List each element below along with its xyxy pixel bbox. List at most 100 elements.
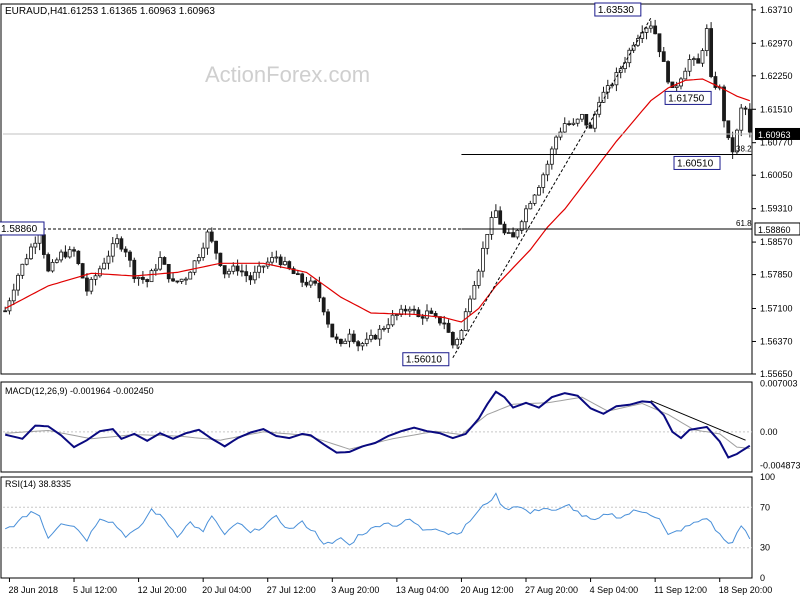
- candle-body: [153, 268, 158, 272]
- candle-body: [270, 257, 274, 263]
- candle: [343, 338, 348, 345]
- candle-body: [123, 248, 128, 253]
- moving-average-line: [4, 78, 750, 323]
- candle-body: [351, 333, 356, 343]
- candle: [493, 204, 498, 218]
- candle-body: [257, 265, 262, 273]
- ohlc-label: 1.61253 1.61365 1.60963 1.60963: [62, 6, 215, 17]
- price-tick-label: 1.57850: [760, 270, 793, 280]
- candle: [687, 54, 692, 77]
- candle: [50, 259, 55, 273]
- candle: [644, 26, 649, 40]
- candle: [640, 25, 645, 44]
- candle: [59, 249, 64, 263]
- time-tick-label: 27 Aug 20:00: [525, 585, 578, 595]
- candle-body: [450, 332, 455, 346]
- candle: [283, 256, 287, 266]
- candle: [54, 257, 59, 264]
- candle: [450, 331, 455, 349]
- candle-body: [89, 278, 94, 292]
- candle-body: [248, 275, 253, 281]
- candle: [334, 333, 339, 344]
- candle: [481, 241, 485, 278]
- candle: [351, 330, 356, 344]
- candle: [33, 236, 38, 255]
- candle: [300, 272, 305, 288]
- candle: [407, 306, 412, 317]
- candle-body: [726, 120, 731, 139]
- candle: [149, 268, 154, 283]
- macd-panel: [4, 390, 751, 459]
- candle: [562, 117, 567, 133]
- candle: [158, 251, 163, 271]
- candle-body: [704, 28, 709, 52]
- candle: [89, 277, 94, 295]
- candle-body: [493, 210, 498, 218]
- candle-body: [158, 257, 163, 270]
- candle-body: [343, 340, 348, 345]
- candle-body: [102, 262, 107, 270]
- candle-body: [184, 278, 188, 281]
- candle-body: [274, 256, 279, 259]
- candle-body: [41, 234, 46, 255]
- price-tick-label: 1.57100: [760, 303, 793, 313]
- candle-body: [222, 265, 227, 275]
- chart-canvas: ActionForex.com EURAUD,H4 1.61253 1.6136…: [0, 2, 800, 595]
- candle: [239, 264, 244, 277]
- candle: [524, 205, 528, 229]
- candle: [63, 245, 68, 259]
- candle: [196, 254, 201, 264]
- candle-body: [128, 251, 132, 261]
- candle-body: [313, 280, 317, 284]
- candle: [132, 257, 137, 283]
- candle: [347, 328, 352, 348]
- candle-body: [605, 85, 610, 93]
- candle: [119, 236, 124, 252]
- candle-body: [407, 308, 412, 312]
- candle-body: [261, 265, 266, 268]
- candle: [489, 211, 494, 240]
- rsi-line: [4, 492, 751, 546]
- candle: [502, 221, 507, 236]
- candle: [571, 118, 576, 126]
- candle: [175, 280, 180, 284]
- candle-body: [541, 174, 546, 188]
- time-tick-label: 27 Jul 12:00: [267, 585, 316, 595]
- candle: [394, 313, 399, 321]
- candle: [339, 338, 343, 347]
- candle: [631, 42, 636, 53]
- time-tick-label: 3 Aug 20:00: [331, 585, 379, 595]
- candle: [308, 276, 313, 288]
- price-tick-label: 1.58570: [760, 237, 793, 247]
- candle: [519, 219, 524, 234]
- candle: [549, 146, 554, 170]
- rsi-tick-label: 0: [760, 573, 765, 583]
- candle: [278, 254, 283, 269]
- candle: [528, 200, 533, 210]
- candle: [412, 305, 416, 314]
- candle-body: [429, 310, 434, 314]
- candle-body: [661, 51, 666, 62]
- candle: [128, 250, 132, 268]
- candle-body: [321, 297, 326, 313]
- candle-body: [29, 246, 33, 260]
- candle-body: [140, 276, 145, 280]
- annotation-label: 1.61750: [668, 93, 705, 104]
- candle: [270, 251, 274, 266]
- candle: [696, 53, 701, 64]
- candle-body: [481, 247, 485, 272]
- candle-body: [360, 343, 365, 347]
- candle: [709, 22, 714, 79]
- candle: [76, 250, 81, 266]
- candle: [657, 33, 662, 58]
- candle-body: [192, 260, 197, 273]
- candle: [72, 246, 76, 257]
- candle: [498, 206, 503, 225]
- time-tick-label: 13 Aug 04:00: [396, 585, 449, 595]
- macd-line: [4, 390, 751, 459]
- candle-body: [446, 322, 451, 333]
- candle-body: [506, 232, 511, 234]
- candle: [429, 307, 434, 315]
- price-tick-label: 1.56370: [760, 336, 793, 346]
- candle-body: [149, 270, 154, 283]
